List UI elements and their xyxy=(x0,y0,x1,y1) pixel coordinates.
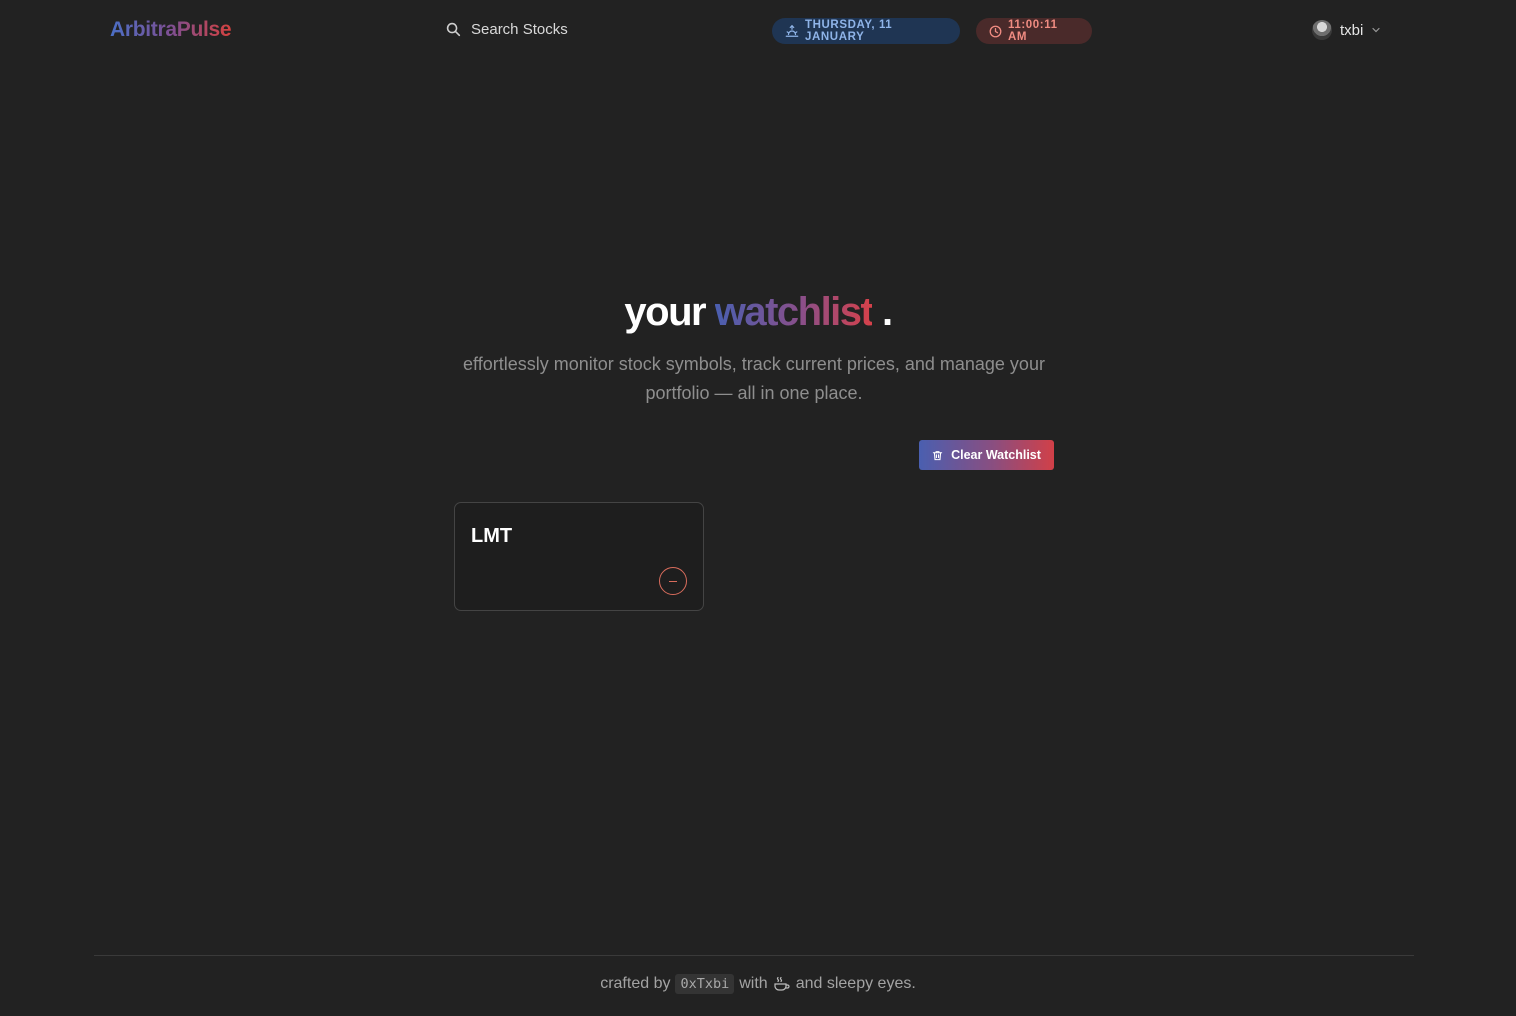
footer: crafted by 0xTxbi with and sleepy eyes. xyxy=(0,974,1516,994)
title-word-watchlist: watchlist xyxy=(714,290,874,334)
minus-icon xyxy=(669,580,677,582)
footer-prefix: crafted by xyxy=(600,975,671,992)
page: ArbitraPulse Search Stocks THURSDAY, 11 … xyxy=(0,0,1516,1016)
clear-watchlist-label: Clear Watchlist xyxy=(951,448,1041,462)
title-word-your: your xyxy=(624,290,706,334)
chevron-down-icon xyxy=(1372,27,1380,33)
coffee-icon xyxy=(774,976,790,991)
page-title: your watchlist . xyxy=(0,290,1516,335)
footer-suffix: and sleepy eyes. xyxy=(795,975,916,992)
logo[interactable]: ArbitraPulse xyxy=(110,18,232,42)
watchlist-card[interactable]: LMT xyxy=(454,502,704,611)
avatar xyxy=(1312,20,1332,40)
search-label: Search Stocks xyxy=(471,21,568,38)
footer-divider xyxy=(94,955,1414,956)
page-subtitle: effortlessly monitor stock symbols, trac… xyxy=(463,354,1045,403)
date-text: THURSDAY, 11 JANUARY xyxy=(805,19,893,43)
date-badge: THURSDAY, 11 JANUARY xyxy=(772,18,960,44)
remove-stock-button[interactable] xyxy=(659,567,687,595)
time-text: 11:00:11 AM xyxy=(1008,19,1058,43)
time-badge: 11:00:11 AM xyxy=(976,18,1092,44)
footer-with: with xyxy=(739,975,768,992)
trash-icon xyxy=(932,450,943,460)
clear-watchlist-button[interactable]: Clear Watchlist xyxy=(919,440,1054,470)
stock-symbol: LMT xyxy=(471,525,513,547)
sunrise-icon xyxy=(785,24,799,37)
search-icon xyxy=(446,22,461,37)
author-handle: 0xTxbi xyxy=(675,974,735,994)
title-dot: . xyxy=(881,290,893,334)
search-stocks-button[interactable]: Search Stocks xyxy=(446,21,568,38)
user-name: txbi xyxy=(1340,21,1364,39)
clock-icon xyxy=(989,25,1002,37)
user-menu[interactable]: txbi xyxy=(1312,20,1381,40)
top-navbar: ArbitraPulse Search Stocks THURSDAY, 11 … xyxy=(0,0,1516,62)
